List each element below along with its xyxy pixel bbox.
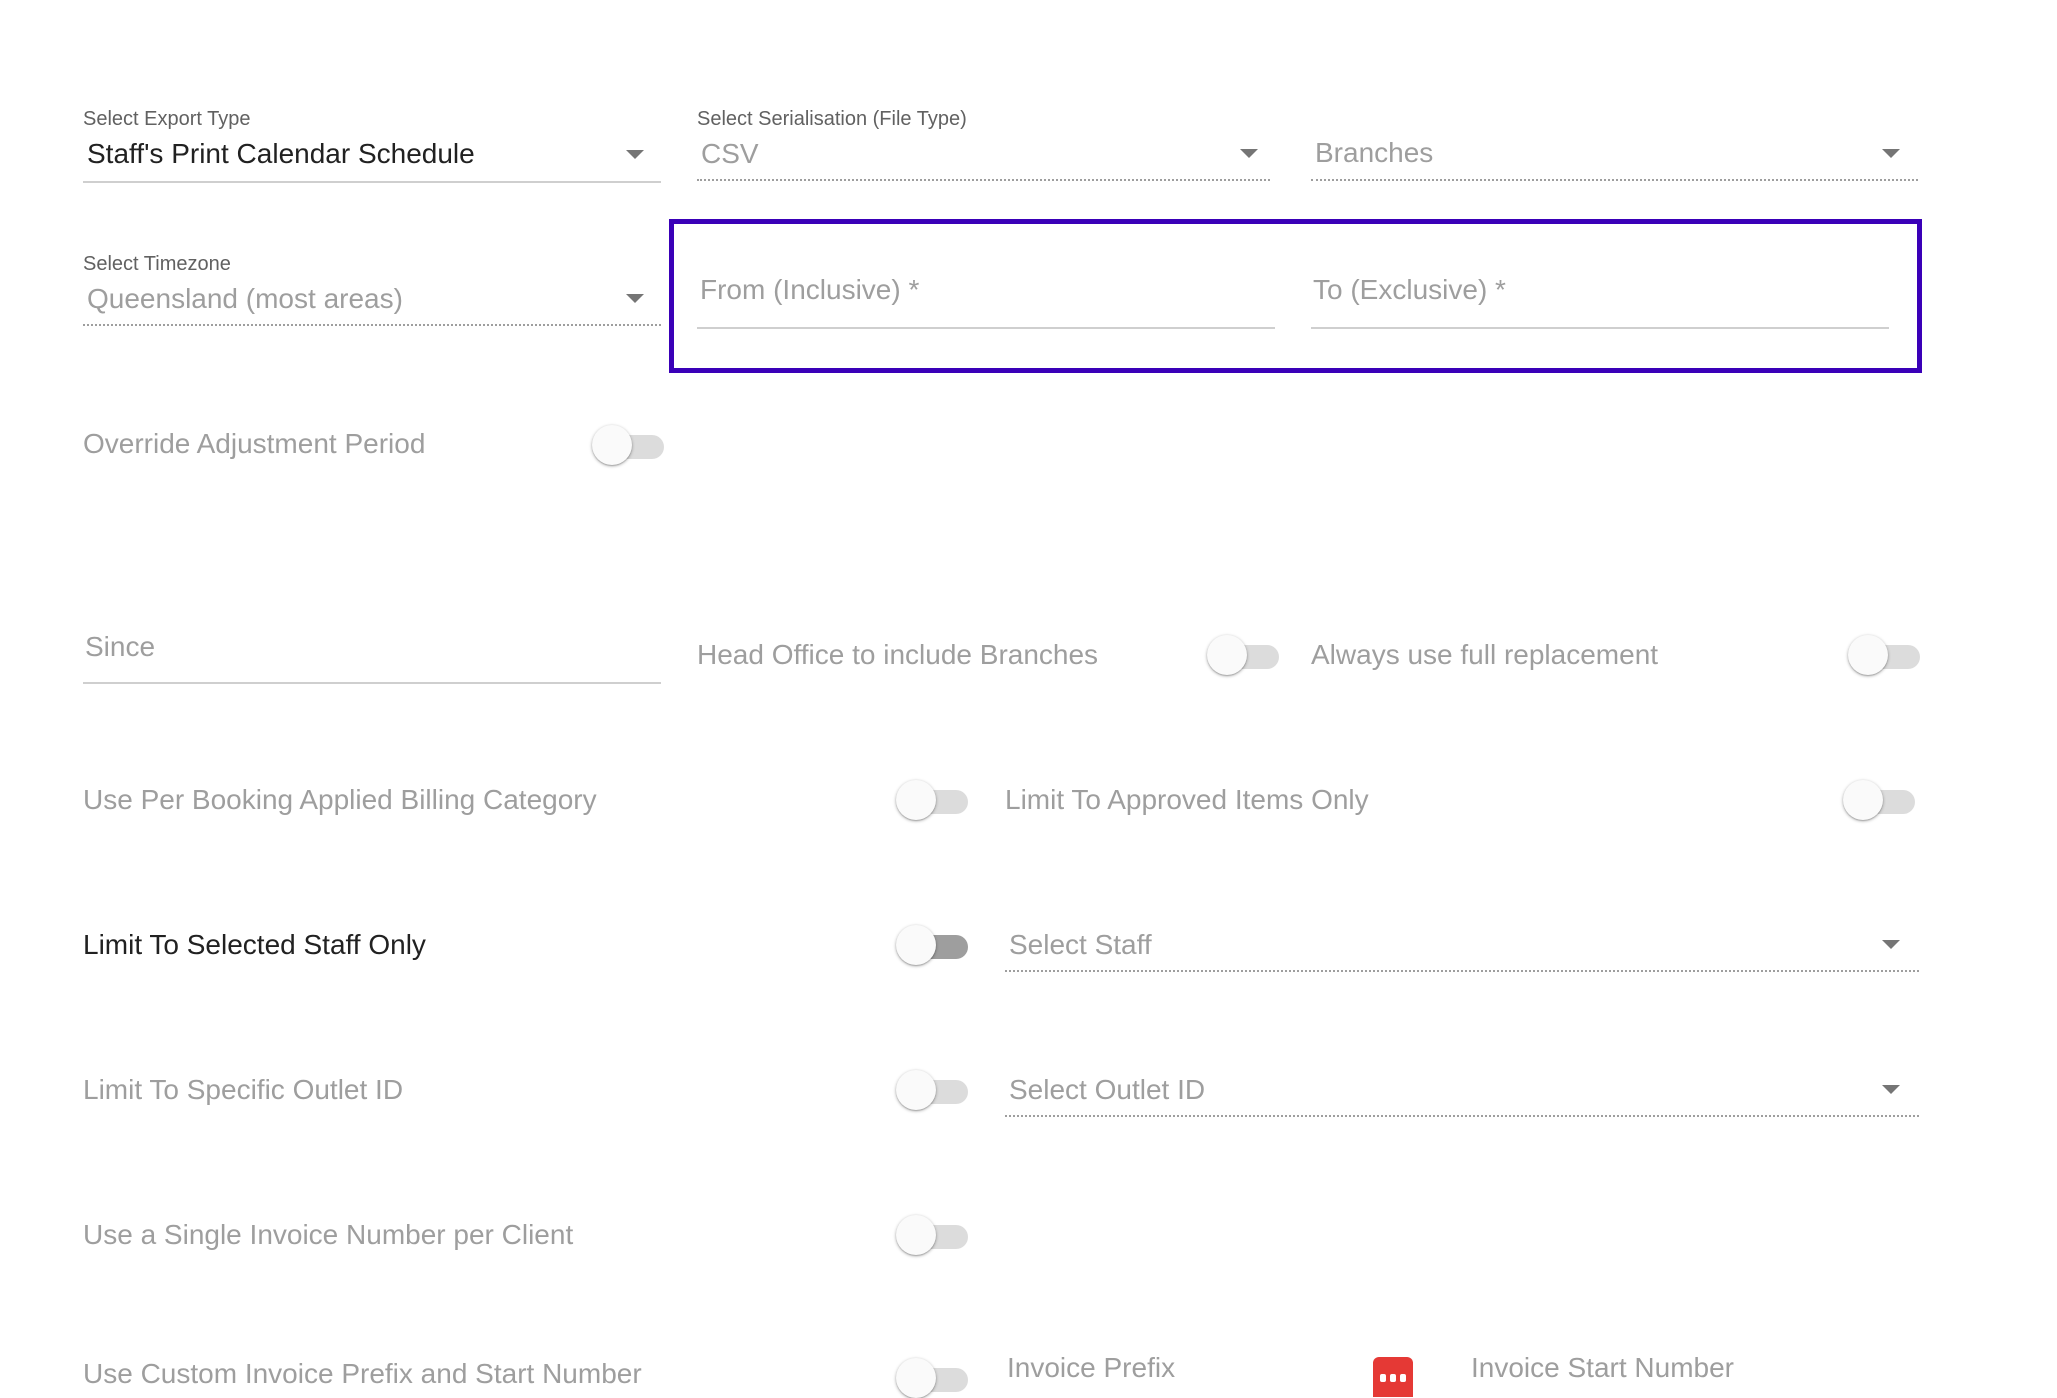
- timezone-value[interactable]: Queensland (most areas): [87, 283, 403, 315]
- select-staff-underline: [1005, 970, 1919, 972]
- branches-select[interactable]: Branches: [1315, 137, 1433, 169]
- chevron-down-icon[interactable]: [1882, 940, 1900, 949]
- outlet-id-label: Limit To Specific Outlet ID: [83, 1074, 404, 1105]
- branches-underline: [1311, 179, 1918, 181]
- select-outlet-id-dropdown[interactable]: Select Outlet ID: [1009, 1074, 1205, 1106]
- export-type-value[interactable]: Staff's Print Calendar Schedule: [87, 138, 475, 170]
- chevron-down-icon[interactable]: [626, 294, 644, 303]
- custom-invoice-label: Use Custom Invoice Prefix and Start Numb…: [83, 1358, 642, 1389]
- outlet-id-toggle[interactable]: [896, 1070, 970, 1110]
- head-office-label: Head Office to include Branches: [697, 639, 1099, 670]
- single-invoice-label: Use a Single Invoice Number per Client: [83, 1219, 574, 1250]
- to-date-input[interactable]: To (Exclusive) *: [1313, 274, 1506, 306]
- since-underline: [83, 682, 661, 684]
- chevron-down-icon[interactable]: [1240, 149, 1258, 158]
- override-adjustment-label: Override Adjustment Period: [83, 428, 426, 459]
- since-input[interactable]: Since: [85, 631, 155, 663]
- full-replacement-toggle[interactable]: [1848, 635, 1922, 675]
- from-date-underline: [697, 327, 1275, 329]
- per-booking-billing-toggle[interactable]: [896, 780, 970, 820]
- chevron-down-icon[interactable]: [1882, 1085, 1900, 1094]
- invoice-start-number-input[interactable]: Invoice Start Number: [1471, 1352, 1734, 1384]
- override-adjustment-toggle[interactable]: [592, 425, 666, 465]
- invoice-prefix-input[interactable]: Invoice Prefix: [1007, 1352, 1175, 1384]
- calendar-icon[interactable]: [1373, 1357, 1413, 1397]
- custom-invoice-toggle[interactable]: [896, 1358, 970, 1398]
- select-outlet-id-underline: [1005, 1115, 1919, 1117]
- from-date-input[interactable]: From (Inclusive) *: [700, 274, 919, 306]
- chevron-down-icon[interactable]: [1882, 149, 1900, 158]
- selected-staff-toggle[interactable]: [896, 925, 970, 965]
- to-date-underline: [1311, 327, 1889, 329]
- timezone-label: Select Timezone: [83, 253, 231, 275]
- head-office-toggle[interactable]: [1207, 635, 1281, 675]
- approved-items-toggle[interactable]: [1843, 780, 1917, 820]
- select-staff-dropdown[interactable]: Select Staff: [1009, 929, 1152, 961]
- full-replacement-label: Always use full replacement: [1311, 639, 1659, 670]
- export-type-underline: [83, 181, 661, 183]
- timezone-underline: [83, 324, 661, 326]
- per-booking-billing-label: Use Per Booking Applied Billing Category: [83, 784, 597, 815]
- approved-items-label: Limit To Approved Items Only: [1005, 784, 1369, 815]
- single-invoice-toggle[interactable]: [896, 1215, 970, 1255]
- selected-staff-label: Limit To Selected Staff Only: [83, 929, 426, 960]
- chevron-down-icon[interactable]: [626, 150, 644, 159]
- serialisation-value[interactable]: CSV: [701, 138, 759, 170]
- serialisation-underline: [697, 179, 1270, 181]
- export-type-label: Select Export Type: [83, 108, 251, 130]
- serialisation-label: Select Serialisation (File Type): [697, 108, 967, 130]
